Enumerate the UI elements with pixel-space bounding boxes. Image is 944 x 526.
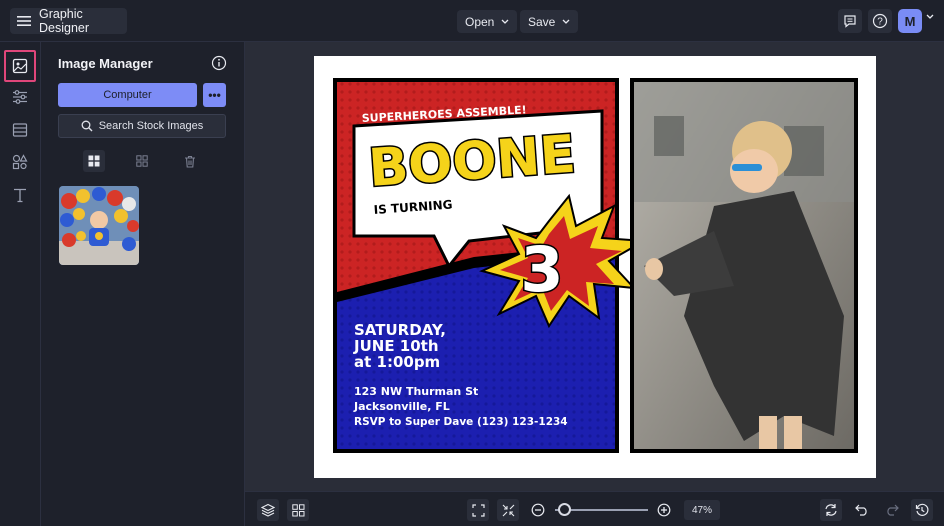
trash-icon: [184, 155, 196, 168]
image-tool-button[interactable]: [9, 55, 31, 77]
svg-text:?: ?: [877, 17, 883, 28]
open-label: Open: [465, 14, 495, 29]
help-button[interactable]: ?: [868, 9, 892, 33]
panel-title: Image Manager: [58, 56, 153, 71]
search-stock-images-button[interactable]: Search Stock Images: [58, 114, 226, 138]
layout-tool-button[interactable]: [9, 119, 31, 141]
comment-button[interactable]: [838, 9, 862, 33]
top-bar: Graphic Designer Open Save ? M: [0, 0, 944, 42]
uploaded-image-thumbnail[interactable]: [59, 186, 139, 265]
grid-large-icon: [88, 155, 100, 167]
avatar[interactable]: M: [898, 9, 922, 33]
comment-icon: [843, 14, 857, 28]
large-grid-view-button[interactable]: [83, 150, 105, 172]
delete-button[interactable]: [179, 150, 201, 172]
more-options-button[interactable]: •••: [203, 83, 226, 107]
age-text: 3: [520, 233, 563, 306]
history-button[interactable]: [911, 499, 933, 521]
shrink-icon: [502, 504, 515, 517]
zoom-in-icon: [657, 503, 671, 517]
adjust-tool-button[interactable]: [9, 86, 31, 108]
menu-icon: [17, 15, 31, 27]
text-icon: [12, 187, 28, 203]
fit-screen-icon: [471, 503, 485, 517]
help-icon: ?: [872, 13, 888, 29]
search-icon: [81, 120, 93, 132]
sliders-icon: [12, 89, 28, 105]
text-tool-button[interactable]: [9, 184, 31, 206]
save-button[interactable]: Save: [520, 10, 579, 33]
undo-icon: [855, 504, 869, 516]
app-menu-button[interactable]: Graphic Designer: [10, 7, 127, 35]
computer-upload-button[interactable]: Computer: [58, 83, 197, 107]
zoom-in-button[interactable]: [653, 499, 675, 521]
redo-icon: [885, 504, 899, 516]
address1-text: 123 NW Thurman St: [354, 385, 478, 398]
zoom-out-icon: [531, 503, 545, 517]
info-icon: [211, 55, 227, 71]
date-line3-text: at 1:00pm: [354, 353, 440, 371]
grid-icon: [291, 503, 305, 517]
open-button[interactable]: Open: [457, 10, 518, 33]
shrink-button[interactable]: [497, 499, 519, 521]
search-stock-label: Search Stock Images: [98, 120, 204, 132]
redo-button[interactable]: [881, 499, 903, 521]
grid-button[interactable]: [287, 499, 309, 521]
tool-rail: [0, 42, 41, 526]
layers-button[interactable]: [257, 499, 279, 521]
graphics-tool-button[interactable]: [9, 151, 31, 173]
undo-button[interactable]: [851, 499, 873, 521]
design-page[interactable]: SUPERHEROES ASSEMBLE! BOONE IS TURNING 3…: [314, 56, 876, 478]
save-label: Save: [528, 14, 556, 29]
shapes-icon: [12, 154, 28, 170]
rsvp-text: RSVP to Super Dave (123) 123-1234: [354, 416, 568, 428]
info-button[interactable]: [211, 55, 227, 71]
fit-screen-button[interactable]: [467, 499, 489, 521]
zoom-slider-handle[interactable]: [557, 503, 571, 516]
refresh-button[interactable]: [820, 499, 842, 521]
layers-icon: [261, 503, 275, 517]
grid-small-icon: [136, 155, 148, 167]
refresh-icon: [824, 503, 838, 517]
layout-icon: [12, 122, 28, 138]
chevron-down-icon[interactable]: [926, 14, 934, 20]
chevron-down-icon: [501, 19, 509, 25]
history-icon: [915, 503, 929, 517]
app-title: Graphic Designer: [39, 7, 90, 35]
zoom-out-button[interactable]: [527, 499, 549, 521]
small-grid-view-button[interactable]: [131, 150, 153, 172]
chevron-down-icon: [562, 19, 570, 25]
address2-text: Jacksonville, FL: [353, 400, 450, 413]
image-icon: [12, 58, 28, 74]
image-manager-panel: Image Manager Computer ••• Search Stock …: [41, 42, 245, 526]
zoom-value[interactable]: 47%: [684, 500, 720, 520]
